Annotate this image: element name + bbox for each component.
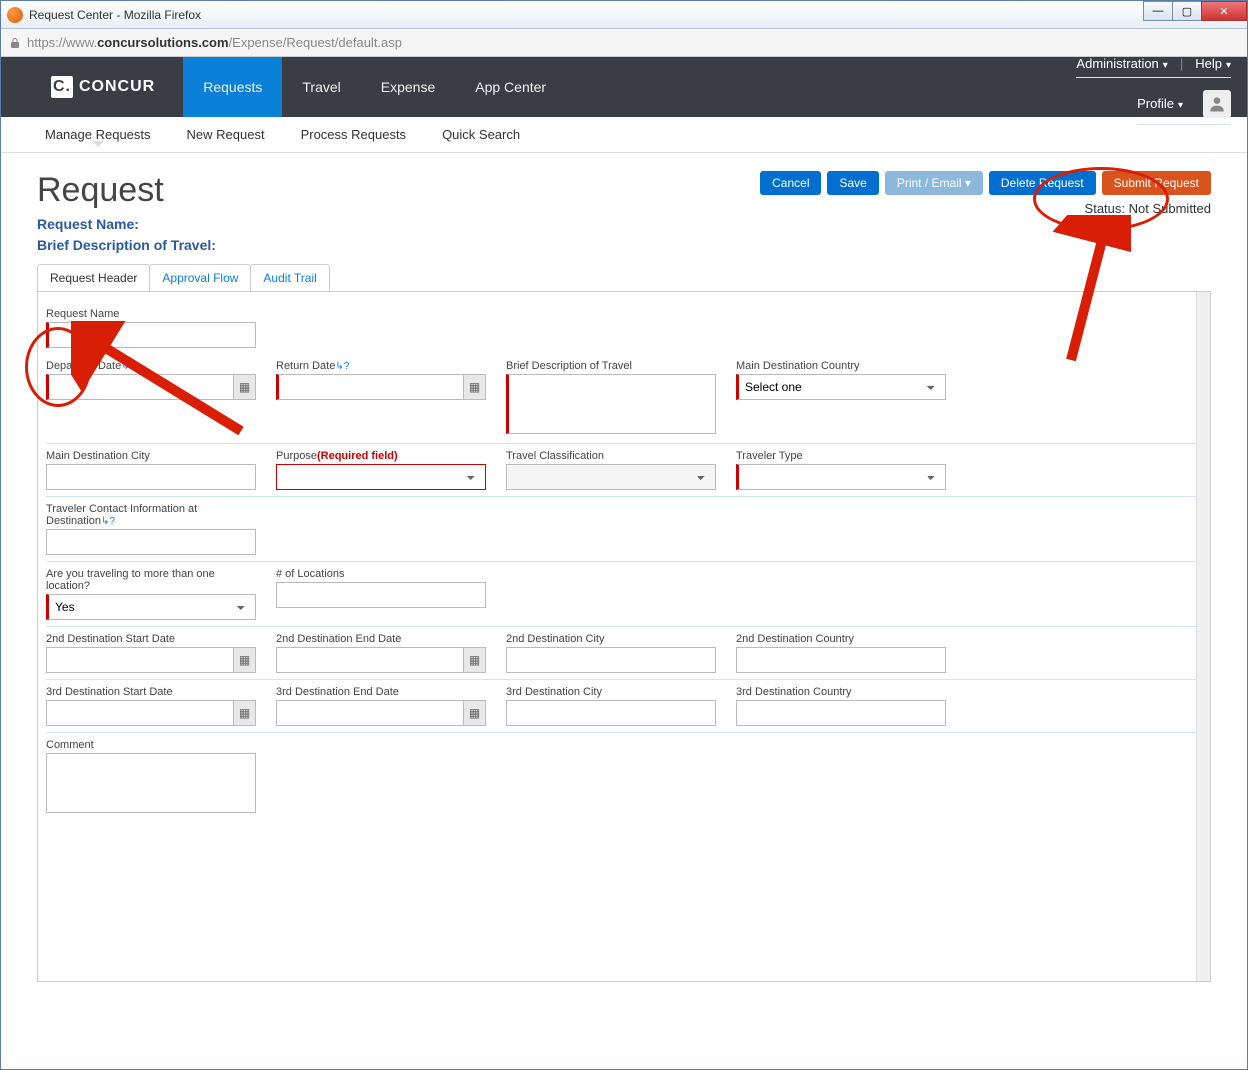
brand-logo[interactable]: C. CONCUR (1, 57, 183, 117)
request-name-field-label: Request Name (46, 308, 256, 320)
brief-desc-textarea[interactable] (506, 374, 716, 434)
d3-start-label: 3rd Destination Start Date (46, 686, 256, 698)
browser-window: Request Center - Mozilla Firefox — ▢ ✕ h… (0, 0, 1248, 1070)
traveler-type-label: Traveler Type (736, 450, 946, 462)
tab-audit-trail[interactable]: Audit Trail (250, 264, 329, 291)
help-icon[interactable]: ↳? (335, 361, 349, 372)
d3-country-input[interactable] (736, 700, 946, 726)
d3-city-input[interactable] (506, 700, 716, 726)
request-name-input[interactable] (46, 322, 256, 348)
calendar-icon[interactable]: ▦ (233, 648, 255, 672)
help-icon[interactable]: ↳? (101, 516, 115, 527)
departure-date-input[interactable] (46, 374, 256, 400)
nav-travel[interactable]: Travel (282, 57, 360, 117)
purpose-label: Purpose(Required field) (276, 450, 486, 462)
calendar-icon[interactable]: ▦ (463, 648, 485, 672)
return-date-label: Return Date↳? (276, 360, 486, 372)
num-loc-input[interactable] (276, 582, 486, 608)
titlebar: Request Center - Mozilla Firefox — ▢ ✕ (1, 1, 1247, 29)
multi-loc-label: Are you traveling to more than one locat… (46, 568, 256, 592)
d3-end-input[interactable] (276, 700, 486, 726)
d2-end-input[interactable] (276, 647, 486, 673)
calendar-icon[interactable]: ▦ (463, 375, 485, 399)
contact-info-label: Traveler Contact Information at Destinat… (46, 503, 256, 527)
tab-request-header[interactable]: Request Header (37, 264, 150, 291)
d2-city-label: 2nd Destination City (506, 633, 716, 645)
maximize-button[interactable]: ▢ (1172, 1, 1202, 21)
contact-info-input[interactable] (46, 529, 256, 555)
d3-start-input[interactable] (46, 700, 256, 726)
nav-requests[interactable]: Requests (183, 57, 282, 117)
comment-textarea[interactable] (46, 753, 256, 813)
close-button[interactable]: ✕ (1201, 1, 1247, 21)
cancel-button[interactable]: Cancel (760, 171, 821, 195)
page-title: Request (37, 171, 216, 210)
address-bar[interactable]: https://www.concursolutions.com/Expense/… (1, 29, 1247, 57)
num-loc-label: # of Locations (276, 568, 486, 580)
scrollbar[interactable] (1196, 292, 1210, 981)
return-date-input[interactable] (276, 374, 486, 400)
multi-loc-select[interactable]: Yes (46, 594, 256, 620)
d2-end-label: 2nd Destination End Date (276, 633, 486, 645)
nav-expense[interactable]: Expense (361, 57, 455, 117)
brief-desc-field-label: Brief Description of Travel (506, 360, 716, 372)
tab-approval-flow[interactable]: Approval Flow (149, 264, 251, 291)
administration-menu[interactable]: Administration (1076, 56, 1167, 71)
status-text: Status: Not Submitted (760, 201, 1211, 216)
main-country-select[interactable]: Select one (736, 374, 946, 400)
request-name-label: Request Name: (37, 214, 216, 235)
calendar-icon[interactable]: ▦ (233, 375, 255, 399)
brief-desc-label: Brief Description of Travel: (37, 235, 216, 256)
subnav-quick-search[interactable]: Quick Search (438, 117, 524, 152)
subnav-manage-requests[interactable]: Manage Requests (41, 117, 155, 152)
avatar-icon[interactable] (1203, 90, 1231, 118)
action-buttons: Cancel Save Print / Email ▾ Delete Reque… (760, 171, 1211, 195)
help-icon[interactable]: ↳? (121, 361, 135, 372)
save-button[interactable]: Save (827, 171, 878, 195)
top-utilities: Administration | Help Profile (1076, 57, 1231, 117)
calendar-icon[interactable]: ▦ (233, 701, 255, 725)
d3-country-label: 3rd Destination Country (736, 686, 946, 698)
print-email-button[interactable]: Print / Email ▾ (885, 171, 983, 195)
subnav-new-request[interactable]: New Request (183, 117, 269, 152)
d2-country-label: 2nd Destination Country (736, 633, 946, 645)
d2-country-input[interactable] (736, 647, 946, 673)
firefox-icon (7, 7, 23, 23)
lock-icon (9, 37, 21, 49)
d3-city-label: 3rd Destination City (506, 686, 716, 698)
main-content: Request Request Name: Brief Description … (1, 153, 1247, 1069)
sub-nav: Manage Requests New Request Process Requ… (1, 117, 1247, 153)
traveler-type-select[interactable] (736, 464, 946, 490)
departure-date-label: Departure Date↳? (46, 360, 256, 372)
travel-class-label: Travel Classification (506, 450, 716, 462)
comment-label: Comment (46, 739, 256, 751)
submit-request-button[interactable]: Submit Request (1102, 171, 1211, 195)
logo-mark: C. (51, 76, 73, 98)
window-title: Request Center - Mozilla Firefox (29, 8, 201, 22)
calendar-icon[interactable]: ▦ (463, 701, 485, 725)
form-tabs: Request Header Approval Flow Audit Trail (37, 264, 1211, 292)
form-area: Request Name Departure Date↳? ▦ Return D… (37, 292, 1211, 982)
profile-menu[interactable]: Profile (1137, 96, 1183, 111)
nav-app-center[interactable]: App Center (455, 57, 566, 117)
d2-start-label: 2nd Destination Start Date (46, 633, 256, 645)
d2-city-input[interactable] (506, 647, 716, 673)
d3-end-label: 3rd Destination End Date (276, 686, 486, 698)
d2-start-input[interactable] (46, 647, 256, 673)
subnav-process-requests[interactable]: Process Requests (297, 117, 411, 152)
main-city-input[interactable] (46, 464, 256, 490)
request-meta: Request Name: Brief Description of Trave… (37, 214, 216, 256)
top-nav: C. CONCUR Requests Travel Expense App Ce… (1, 57, 1247, 117)
purpose-select[interactable] (276, 464, 486, 490)
main-country-label: Main Destination Country (736, 360, 946, 372)
help-menu[interactable]: Help (1195, 56, 1231, 71)
window-controls: — ▢ ✕ (1144, 1, 1247, 21)
travel-class-select[interactable] (506, 464, 716, 490)
url: https://www.concursolutions.com/Expense/… (27, 35, 402, 50)
delete-request-button[interactable]: Delete Request (989, 171, 1096, 195)
main-city-label: Main Destination City (46, 450, 256, 462)
minimize-button[interactable]: — (1143, 1, 1173, 21)
